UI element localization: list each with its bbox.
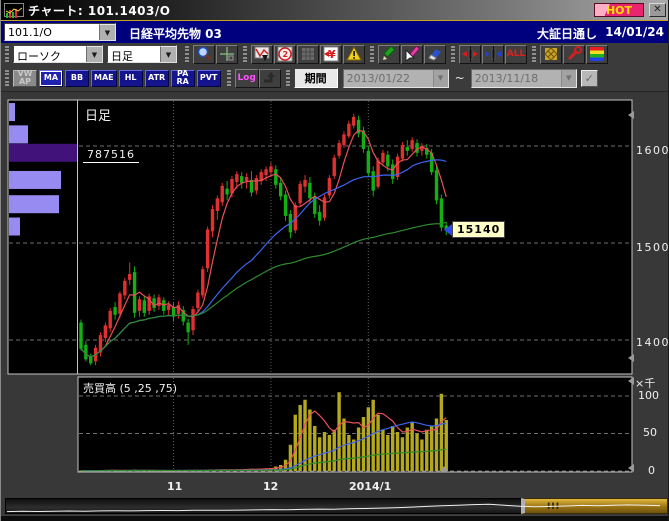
app-chart-icon xyxy=(4,3,24,17)
y-axis-tick: 14000 xyxy=(636,336,669,349)
svg-text:2: 2 xyxy=(283,50,289,59)
window-title: チャート: 101.1403/O xyxy=(28,2,170,19)
date-to-select[interactable]: 2013/11/18 ▼ xyxy=(471,69,577,88)
quote-bar: 101.1/O ▼ 日経平均先物 03 大証日通し 14/01/24 xyxy=(1,20,669,43)
title-bar[interactable]: チャート: 101.1403/O HOT ✕ xyxy=(1,0,669,20)
toolbar-grip[interactable] xyxy=(532,46,536,62)
show-all-button[interactable]: ALL xyxy=(505,45,527,64)
hot-button[interactable]: HOT xyxy=(594,3,644,17)
x-axis-tick: 2014/1 xyxy=(349,480,391,493)
quote-date: 14/01/24 xyxy=(605,25,664,39)
volume-pane-title: 売買高 (5 ,25 ,75) xyxy=(83,380,177,396)
chevron-down-icon[interactable]: ▼ xyxy=(561,70,576,87)
indicator-atr-button[interactable]: ATR xyxy=(145,70,169,87)
chart-export-icon[interactable] xyxy=(251,45,273,64)
toolbar-grip[interactable] xyxy=(451,46,455,62)
indicator-ma-button[interactable]: MA xyxy=(39,70,63,87)
chart-type-value: ローソク xyxy=(14,46,86,62)
eraser-icon[interactable] xyxy=(424,45,446,64)
session-label: 大証日通し xyxy=(537,25,597,42)
rainbow-colors-icon[interactable] xyxy=(586,45,608,64)
pen-select-icon[interactable] xyxy=(401,45,423,64)
volume-tick: 50 xyxy=(643,426,657,439)
crosshair-icon[interactable] xyxy=(216,45,238,64)
indicator-mae-button[interactable]: MAE xyxy=(91,70,117,87)
x-axis-tick: 11 xyxy=(167,480,182,493)
toolbar-grip[interactable] xyxy=(243,46,247,62)
y-axis-tick: 15000 xyxy=(636,241,669,254)
indicator-bb-button[interactable]: BB xyxy=(65,70,89,87)
indicator-hl-button[interactable]: HL xyxy=(119,70,143,87)
toolbar-grip[interactable] xyxy=(370,46,374,62)
symbol-select[interactable]: 101.1/O ▼ xyxy=(4,23,116,41)
toolbar-grip[interactable] xyxy=(5,70,9,86)
compare-arrow-icon[interactable] xyxy=(259,69,281,88)
y-axis-tick: 16000 xyxy=(636,144,669,157)
pencil-icon[interactable] xyxy=(378,45,400,64)
chart-region: 日足 787516 16000 15000 14000 売買高 (5 ,25 ,… xyxy=(1,92,669,515)
timeframe-select[interactable]: 日足 ▼ xyxy=(107,45,177,63)
navigator-scrollbar[interactable]: III xyxy=(5,498,666,514)
log-scale-button[interactable]: Log xyxy=(235,69,259,88)
navigator-selection[interactable]: III xyxy=(521,498,668,514)
date-from-select[interactable]: 2013/01/22 ▼ xyxy=(343,69,449,88)
date-range-tilde: ~ xyxy=(455,71,465,85)
alert-icon[interactable] xyxy=(343,45,365,64)
tools-red-icon[interactable] xyxy=(563,45,585,64)
toolbar-main: ローソク ▼ 日足 ▼ 2 ¥ xyxy=(1,43,669,65)
period-toggle-button[interactable]: 期間 xyxy=(294,68,338,88)
chevron-down-icon[interactable]: ▼ xyxy=(433,70,448,87)
last-price-marker: 15140 xyxy=(444,221,505,238)
chevron-down-icon[interactable]: ▼ xyxy=(160,46,176,62)
open-interest-label: 787516 xyxy=(83,148,139,163)
yen-scale-icon[interactable]: ¥ xyxy=(320,45,342,64)
window-bottom-edge xyxy=(1,515,669,521)
last-price-value: 15140 xyxy=(452,221,505,238)
volume-tick: 0 xyxy=(648,464,655,477)
indicator-pvt-button[interactable]: PVT xyxy=(197,70,221,87)
toolbar-grip[interactable] xyxy=(227,70,231,86)
toolbar-grip[interactable] xyxy=(286,70,290,86)
timeframe-value: 日足 xyxy=(108,46,160,62)
chevron-down-icon[interactable]: ▼ xyxy=(99,24,115,40)
indicator-vwap-button[interactable]: VW AP xyxy=(13,70,37,87)
date-from-value: 2013/01/22 xyxy=(344,70,433,87)
close-icon[interactable]: ✕ xyxy=(649,3,666,17)
zoom-icon[interactable] xyxy=(193,45,215,64)
toolbar-grip[interactable] xyxy=(5,46,9,62)
indicator-para-button[interactable]: PA RA xyxy=(171,70,195,87)
pane-label: 日足 xyxy=(85,105,111,124)
date-to-value: 2013/11/18 xyxy=(472,70,561,87)
chevron-down-icon[interactable]: ▼ xyxy=(86,46,102,62)
bar-expand-icon[interactable] xyxy=(459,45,481,64)
compare-2-icon[interactable]: 2 xyxy=(274,45,296,64)
toolbar-grip[interactable] xyxy=(185,46,189,62)
bar-shrink-icon[interactable] xyxy=(482,45,504,64)
svg-text:¥: ¥ xyxy=(328,48,336,61)
x-axis-tick: 12 xyxy=(263,480,278,493)
chart-type-select[interactable]: ローソク ▼ xyxy=(13,45,103,63)
symbol-value: 101.1/O xyxy=(5,24,99,40)
settings-gold-icon[interactable] xyxy=(540,45,562,64)
chart-window: チャート: 101.1403/O HOT ✕ 101.1/O ▼ 日経平均先物 … xyxy=(0,0,669,521)
apply-check-icon[interactable]: ✓ xyxy=(581,70,598,87)
toolbar-indicators: VW AP MA BB MAE HL ATR PA RA PVT Log 期間 … xyxy=(1,65,669,92)
instrument-name: 日経平均先物 03 xyxy=(129,25,222,42)
price-arrow-icon xyxy=(444,224,452,236)
volume-tick: 100 xyxy=(638,389,659,402)
grid-icon[interactable] xyxy=(297,45,319,64)
